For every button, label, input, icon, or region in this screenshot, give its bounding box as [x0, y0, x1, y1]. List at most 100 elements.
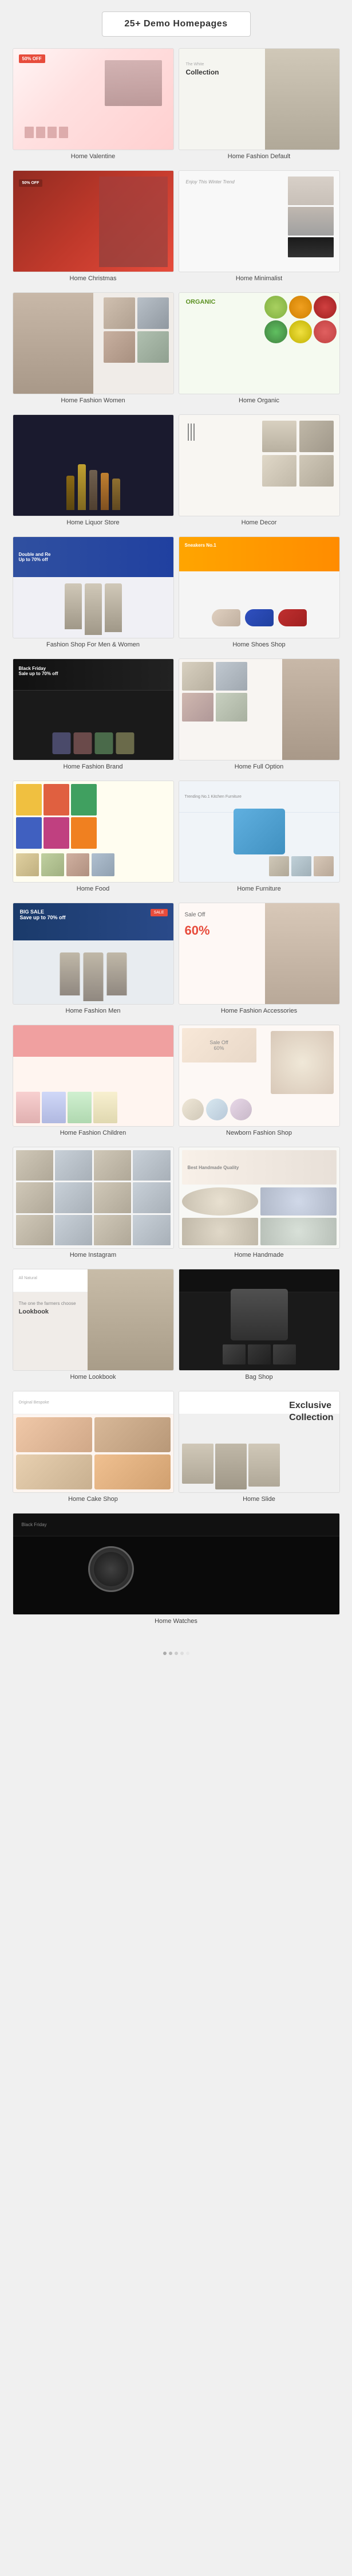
model-image-valentine — [105, 60, 162, 106]
demo-label-fashion-men-women: Fashion Shop For Men & Women — [46, 641, 140, 648]
demo-label-liquor: Home Liquor Store — [66, 519, 119, 526]
demo-label-full-option: Home Full Option — [235, 763, 284, 770]
demo-item-decor[interactable]: Home Decor — [179, 414, 340, 532]
bottles-liquor — [66, 464, 120, 510]
demo-label-fashion-children: Home Fashion Children — [60, 1130, 126, 1136]
demo-thumb-fashion-men[interactable]: BIG SALESave up to 70% off SALE — [13, 903, 174, 1005]
demo-item-organic[interactable]: ORGANIC Home Organic — [179, 292, 340, 410]
loader-dot-4 — [180, 1652, 184, 1655]
demo-item-fashion-children[interactable]: Home Fashion Children — [13, 1025, 174, 1142]
demo-item-bag[interactable]: Bag Shop — [179, 1269, 340, 1386]
model-full-lookbook — [88, 1269, 173, 1371]
demo-thumb-fashion-men-women[interactable]: Double and ReUp to 70% off — [13, 536, 174, 638]
banner-fashion-men-women: Double and ReUp to 70% off — [13, 537, 173, 577]
demo-thumb-fashion-children[interactable] — [13, 1025, 174, 1127]
models-fashion-men-women — [65, 583, 122, 635]
demo-thumb-handmade[interactable]: Best Handmade Quality — [179, 1147, 340, 1249]
insta-grid-instagram — [16, 1150, 171, 1245]
product-img-newborn — [271, 1031, 334, 1094]
demo-item-handmade[interactable]: Best Handmade Quality Home Handmade — [179, 1147, 340, 1264]
demo-item-shoes[interactable]: Sneakers No.1 Home Shoes Shop — [179, 536, 340, 654]
demo-item-fashion-acc[interactable]: Sale Off 60% Home Fashion Accessories — [179, 903, 340, 1020]
demo-thumb-minimalist[interactable]: Enjoy This Winter Trend — [179, 170, 340, 272]
small-grid-fashion-children — [16, 1092, 117, 1123]
demo-item-brand[interactable]: Black FridaySale up to 70% off Home Fash… — [13, 658, 174, 776]
demo-item-instagram[interactable]: Home Instagram — [13, 1147, 174, 1264]
demo-label-slide: Home Slide — [243, 1496, 275, 1503]
demo-label-lookbook: Home Lookbook — [70, 1374, 116, 1381]
jewelry-valentine — [25, 127, 68, 138]
sale-txt-fashion-acc: 60% — [185, 923, 210, 938]
loader-dot-1 — [163, 1652, 167, 1655]
demo-thumb-fashion-women[interactable] — [13, 292, 174, 394]
demo-thumb-liquor[interactable] — [13, 414, 174, 516]
model-image-fashion-default — [265, 49, 339, 150]
demo-thumb-watches[interactable]: Black Friday — [13, 1513, 340, 1615]
lookbook-topbar-txt: All Natural — [19, 1276, 37, 1280]
demo-item-liquor[interactable]: Home Liquor Store — [13, 414, 174, 532]
demo-thumb-full-option[interactable] — [179, 658, 340, 760]
banner-top-brand: Black FridaySale up to 70% off — [13, 659, 173, 691]
demo-item-fashion-women[interactable]: Home Fashion Women — [13, 292, 174, 410]
demo-item-fashion-men-women[interactable]: Double and ReUp to 70% off Fashion Shop … — [13, 536, 174, 654]
demo-thumb-slide[interactable]: ExclusiveCollection — [179, 1391, 340, 1493]
items-decor — [262, 421, 334, 487]
main-title-box: 25+ Demo Homepages — [102, 11, 251, 37]
demo-thumb-furniture[interactable]: Trending No.1 Kitchen Furniture — [179, 781, 340, 883]
demo-thumb-cake[interactable]: Original Bespoke — [13, 1391, 174, 1493]
demo-label-organic: Home Organic — [239, 397, 279, 404]
demo-item-newborn[interactable]: Sale Off60% Newborn Fashion Shop — [179, 1025, 340, 1142]
demo-label-fashion-default: Home Fashion Default — [228, 153, 290, 160]
demo-item-watches[interactable]: Black Friday Home Watches — [13, 1513, 340, 1630]
demo-item-fashion-default[interactable]: The White Collection Home Fashion Defaul… — [179, 48, 340, 166]
demo-thumb-organic[interactable]: ORGANIC — [179, 292, 340, 394]
demo-thumb-food[interactable] — [13, 781, 174, 883]
model-image-fashion-women — [13, 293, 93, 394]
demo-item-fashion-men[interactable]: BIG SALESave up to 70% off SALE Home Fas… — [13, 903, 174, 1020]
handmade-banner: Best Handmade Quality — [182, 1150, 337, 1185]
demo-label-furniture: Home Furniture — [237, 885, 280, 892]
title-area-fashion-acc: Sale Off — [185, 912, 205, 918]
img-col-minimalist — [288, 177, 334, 257]
demo-thumb-shoes[interactable]: Sneakers No.1 — [179, 536, 340, 638]
demo-item-minimalist[interactable]: Enjoy This Winter Trend Home Minimalist — [179, 170, 340, 288]
demo-thumb-brand[interactable]: Black FridaySale up to 70% off — [13, 658, 174, 760]
demo-thumb-bag[interactable] — [179, 1269, 340, 1371]
demo-item-valentine[interactable]: 50% OFF Home Valentine — [13, 48, 174, 166]
figures-fashion-men — [60, 952, 126, 1001]
promo-tag-valentine: 50% OFF — [19, 54, 45, 63]
demo-item-food[interactable]: Home Food — [13, 781, 174, 898]
demo-label-bag: Bag Shop — [245, 1374, 272, 1381]
demo-thumb-valentine[interactable]: 50% OFF — [13, 48, 174, 150]
demo-label-valentine: Home Valentine — [71, 153, 115, 160]
demo-thumb-fashion-default[interactable]: The White Collection — [179, 48, 340, 150]
sale-badge-fashion-men: SALE — [151, 909, 168, 916]
demo-thumb-newborn[interactable]: Sale Off60% — [179, 1025, 340, 1127]
cake-topbar: Original Bespoke — [13, 1391, 173, 1414]
demo-thumb-instagram[interactable] — [13, 1147, 174, 1249]
main-title: 25+ Demo Homepages — [124, 19, 227, 29]
demo-thumb-decor[interactable] — [179, 414, 340, 516]
demo-item-cake[interactable]: Original Bespoke Home Cake Shop — [13, 1391, 174, 1508]
product-row-newborn — [182, 1099, 252, 1120]
model-img-fashion-acc — [265, 903, 339, 1005]
watches-topbar-txt: Black Friday — [22, 1522, 47, 1527]
btxt-fashion-men-women: Double and ReUp to 70% off — [19, 552, 51, 562]
banner-top-shoes: Sneakers No.1 — [179, 537, 339, 571]
demo-label-shoes: Home Shoes Shop — [232, 641, 285, 648]
demo-item-furniture[interactable]: Trending No.1 Kitchen Furniture Home Fur… — [179, 781, 340, 898]
shoes-row-shoes — [212, 609, 307, 626]
demo-item-lookbook[interactable]: All Natural The one the farmers choose L… — [13, 1269, 174, 1386]
title-text-fashion-default: The White Collection — [186, 60, 219, 77]
loader-area — [9, 1636, 343, 1671]
model-full-option — [282, 659, 339, 760]
stxt-newborn: Sale Off60% — [209, 1040, 228, 1051]
demo-thumb-fashion-acc[interactable]: Sale Off 60% — [179, 903, 340, 1005]
demo-item-christmas[interactable]: 50% OFF Home Christmas — [13, 170, 174, 288]
demo-item-full-option[interactable]: Home Full Option — [179, 658, 340, 776]
demo-thumb-christmas[interactable]: 50% OFF — [13, 170, 174, 272]
demo-item-slide[interactable]: ExclusiveCollection Home Slide — [179, 1391, 340, 1508]
model-image-christmas — [99, 177, 168, 267]
demo-thumb-lookbook[interactable]: All Natural The one the farmers choose L… — [13, 1269, 174, 1371]
loader-dot-5 — [186, 1652, 189, 1655]
